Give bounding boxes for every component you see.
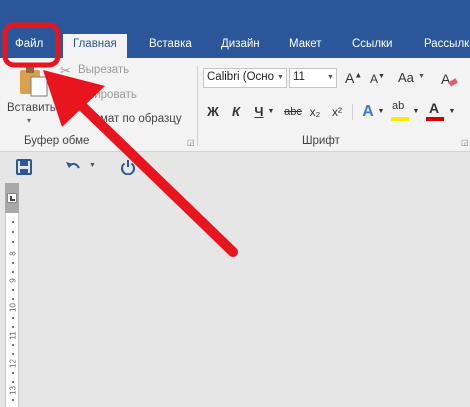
highlight-box <box>2 22 61 68</box>
annotation-overlay <box>2 22 238 257</box>
annotation-arrow-shaft <box>77 101 238 257</box>
